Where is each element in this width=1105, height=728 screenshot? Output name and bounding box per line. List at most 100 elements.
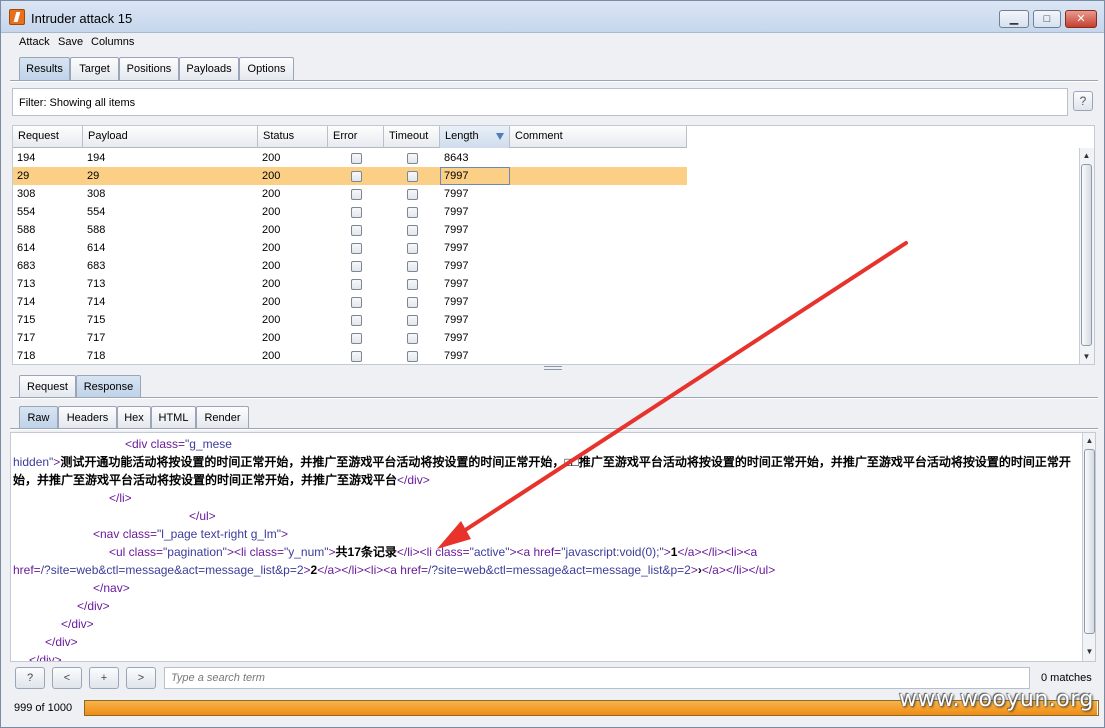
col-timeout[interactable]: Timeout [384,126,440,148]
search-input[interactable]: Type a search term [164,667,1030,689]
timeout-checkbox[interactable] [407,171,418,182]
tab-render[interactable]: Render [196,406,249,429]
cell-request: 718 [17,350,36,362]
tab-payloads[interactable]: Payloads [179,57,239,81]
cell-status: 200 [262,278,281,290]
cell-length: 8643 [444,152,469,164]
menu-attack[interactable]: Attack [19,36,50,48]
menu-columns[interactable]: Columns [91,36,134,48]
cell-request: 717 [17,332,36,344]
error-checkbox[interactable] [351,225,362,236]
tab-results[interactable]: Results [19,57,70,81]
scroll-down-icon[interactable]: ▼ [1082,352,1091,361]
table-row[interactable]: 715 715 200 7997 [13,311,687,329]
table-row[interactable]: 718 718 200 7997 [13,347,687,364]
tab-target[interactable]: Target [70,57,119,81]
maximize-button[interactable]: □ [1033,10,1061,28]
timeout-checkbox[interactable] [407,225,418,236]
filter-help-button[interactable]: ? [1073,91,1093,111]
search-prev-button[interactable]: < [52,667,82,689]
error-checkbox[interactable] [351,261,362,272]
error-checkbox[interactable] [351,207,362,218]
title-bar[interactable]: Intruder attack 15 ▁ □ ✕ [1,1,1104,33]
col-payload[interactable]: Payload [83,126,258,148]
tab-html[interactable]: HTML [151,406,196,429]
html-attr-value: "active" [469,545,510,559]
tab-request[interactable]: Request [19,375,76,398]
tab-positions[interactable]: Positions [119,57,179,81]
scroll-up-icon[interactable]: ▲ [1082,151,1091,160]
focused-cell-outline [440,167,510,185]
error-checkbox[interactable] [351,297,362,308]
error-checkbox[interactable] [351,171,362,182]
col-error[interactable]: Error [328,126,384,148]
tab-hex[interactable]: Hex [117,406,151,429]
html-attr-value: "javascript:void(0);" [561,545,664,559]
timeout-checkbox[interactable] [407,333,418,344]
table-row[interactable]: 614 614 200 7997 [13,239,687,257]
split-pane-divider[interactable] [1,365,1104,371]
col-request[interactable]: Request [13,126,83,148]
cell-length: 7997 [444,278,469,290]
table-row[interactable]: 554 554 200 7997 [13,203,687,221]
timeout-checkbox[interactable] [407,315,418,326]
error-checkbox[interactable] [351,243,362,254]
col-length[interactable]: Length [440,126,510,148]
timeout-checkbox[interactable] [407,261,418,272]
code-line: </li> [109,489,132,507]
error-checkbox[interactable] [351,189,362,200]
menu-save[interactable]: Save [58,36,83,48]
error-checkbox[interactable] [351,351,362,362]
timeout-checkbox[interactable] [407,279,418,290]
table-scrollbar[interactable]: ▲ ▼ [1079,148,1094,364]
tab-options[interactable]: Options [239,57,294,81]
error-checkbox[interactable] [351,315,362,326]
scroll-down-icon[interactable]: ▼ [1085,647,1094,656]
search-options-button[interactable]: + [89,667,119,689]
html-tag: ><a href= [509,545,562,559]
search-help-button[interactable]: ? [15,667,45,689]
close-button[interactable]: ✕ [1065,10,1097,28]
error-checkbox[interactable] [351,153,362,164]
scroll-thumb[interactable] [1084,449,1095,634]
table-row[interactable]: 714 714 200 7997 [13,293,687,311]
minimize-button[interactable]: ▁ [999,10,1029,28]
burp-app-icon [9,9,25,25]
error-checkbox[interactable] [351,279,362,290]
error-checkbox[interactable] [351,333,362,344]
code-line: </div> [61,615,94,633]
col-status[interactable]: Status [258,126,328,148]
table-row[interactable]: 717 717 200 7997 [13,329,687,347]
timeout-checkbox[interactable] [407,189,418,200]
html-tag: </li> [109,491,132,505]
html-tag: > [303,563,311,577]
timeout-checkbox[interactable] [407,207,418,218]
code-line: </div> [29,651,62,662]
message-tab-divider [10,397,1098,399]
timeout-checkbox[interactable] [407,153,418,164]
table-row[interactable]: 683 683 200 7997 [13,257,687,275]
filter-text: Filter: Showing all items [19,97,136,109]
table-row[interactable]: 588 588 200 7997 [13,221,687,239]
response-body[interactable]: <div class="g_mese hidden">测试开通功能活动将按设置的… [10,432,1096,662]
scroll-up-icon[interactable]: ▲ [1085,436,1094,445]
timeout-checkbox[interactable] [407,297,418,308]
tab-headers[interactable]: Headers [58,406,117,429]
filter-bar[interactable]: Filter: Showing all items [12,88,1068,116]
col-comment[interactable]: Comment [510,126,687,148]
table-row[interactable]: 194 194 200 8643 [13,149,687,167]
html-tag: </div> [29,653,62,662]
table-row[interactable]: 713 713 200 7997 [13,275,687,293]
cell-length: 7997 [444,260,469,272]
scroll-thumb[interactable] [1081,164,1092,346]
tab-response[interactable]: Response [76,375,141,398]
response-scrollbar[interactable]: ▲ ▼ [1082,433,1095,661]
table-row[interactable]: 29 29 200 7997 [13,167,687,185]
search-next-button[interactable]: > [126,667,156,689]
timeout-checkbox[interactable] [407,351,418,362]
tab-raw[interactable]: Raw [19,406,58,429]
splitter-grip-icon[interactable] [544,366,562,370]
table-row[interactable]: 308 308 200 7997 [13,185,687,203]
code-line: <div class="g_mese [125,435,232,453]
timeout-checkbox[interactable] [407,243,418,254]
